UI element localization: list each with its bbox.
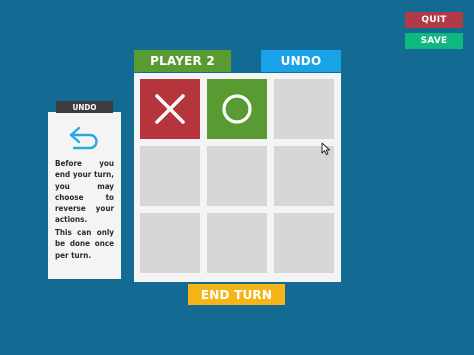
undo-arrow-icon[interactable] [68, 125, 102, 151]
board-cell[interactable] [140, 146, 200, 206]
board-cell[interactable] [140, 213, 200, 273]
board-cell[interactable] [207, 213, 267, 273]
board-cell[interactable] [274, 213, 334, 273]
current-player-label: PLAYER 2 [134, 50, 231, 72]
board-cell[interactable] [207, 146, 267, 206]
o-mark-icon [222, 94, 252, 124]
board-cell[interactable] [140, 79, 200, 139]
x-mark-icon [155, 94, 185, 124]
board-cell[interactable] [207, 79, 267, 139]
help-text-paragraph: This can only be done once per turn. [55, 228, 114, 260]
help-text-paragraph: Before you end your turn, you may choose… [55, 159, 114, 225]
save-button[interactable]: SAVE [405, 33, 463, 49]
game-board [134, 73, 341, 282]
end-turn-button[interactable]: END TURN [188, 284, 285, 305]
board-cell[interactable] [274, 79, 334, 139]
undo-button[interactable]: UNDO [261, 50, 341, 72]
quit-button[interactable]: QUIT [405, 12, 463, 28]
help-panel-title: UNDO [56, 101, 113, 113]
mouse-cursor-icon [321, 142, 331, 156]
